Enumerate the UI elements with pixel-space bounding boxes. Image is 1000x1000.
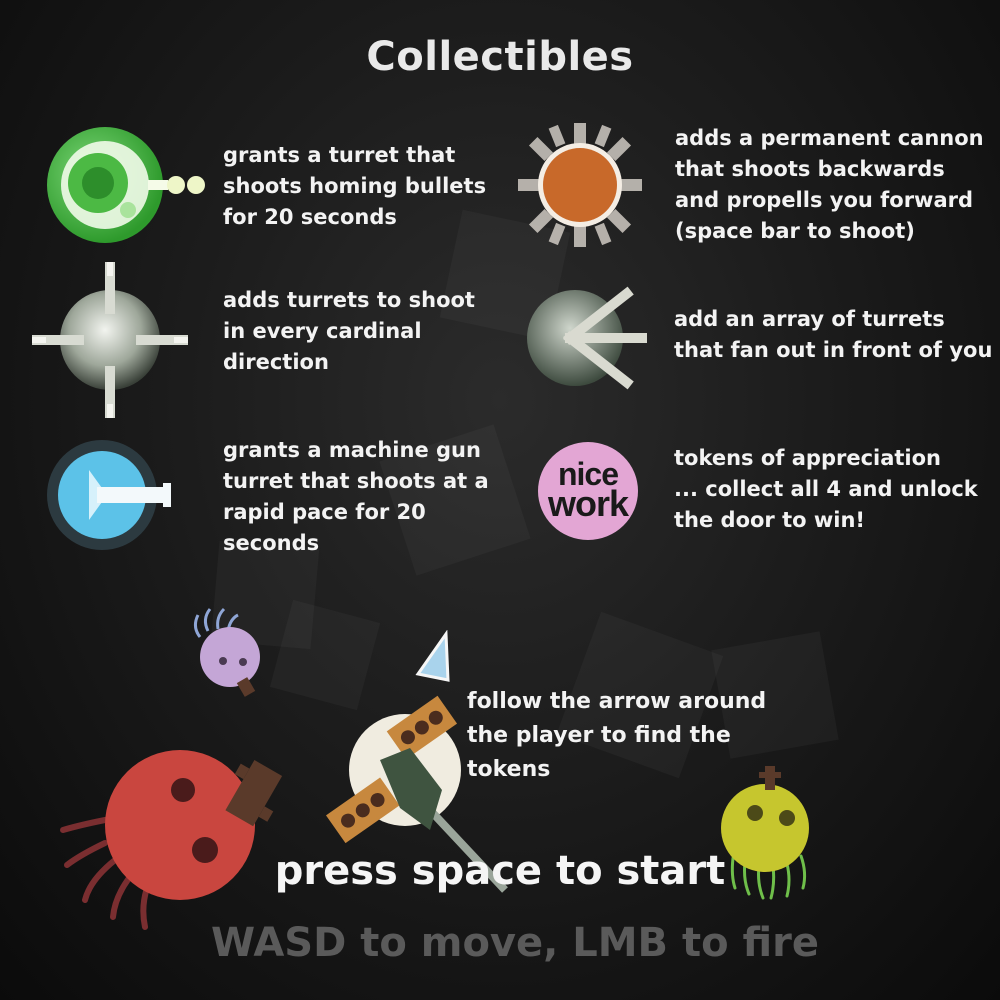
- back-cannon-description: adds a permanent cannon that shoots back…: [675, 126, 984, 243]
- red-enemy: [60, 750, 283, 930]
- controls-hint: WASD to move, LMB to fire: [211, 920, 819, 966]
- homing-turret-description: grants a turret that shoots homing bulle…: [223, 143, 487, 229]
- back-cannon-icon: [518, 123, 642, 247]
- fan-turrets-description: add an array of turrets that fan out in …: [674, 307, 993, 362]
- direction-arrow-icon: [415, 630, 450, 682]
- machine-gun-icon: [47, 440, 171, 550]
- cardinal-turrets-icon: [32, 262, 188, 418]
- fan-turrets-icon: [527, 286, 647, 390]
- start-prompt[interactable]: press space to start: [0, 848, 1000, 894]
- token-description: tokens of appreciation ... collect all 4…: [674, 446, 978, 532]
- cardinal-turrets-description: adds turrets to shoot in every cardinal …: [223, 288, 475, 374]
- page-title: Collectibles: [366, 34, 634, 80]
- token-label-work: work: [547, 483, 629, 524]
- purple-enemy: [193, 607, 260, 697]
- nice-work-token-icon: nice work: [538, 442, 638, 540]
- machine-gun-description: grants a machine gun turret that shoots …: [223, 438, 489, 555]
- homing-turret-icon: [47, 127, 205, 243]
